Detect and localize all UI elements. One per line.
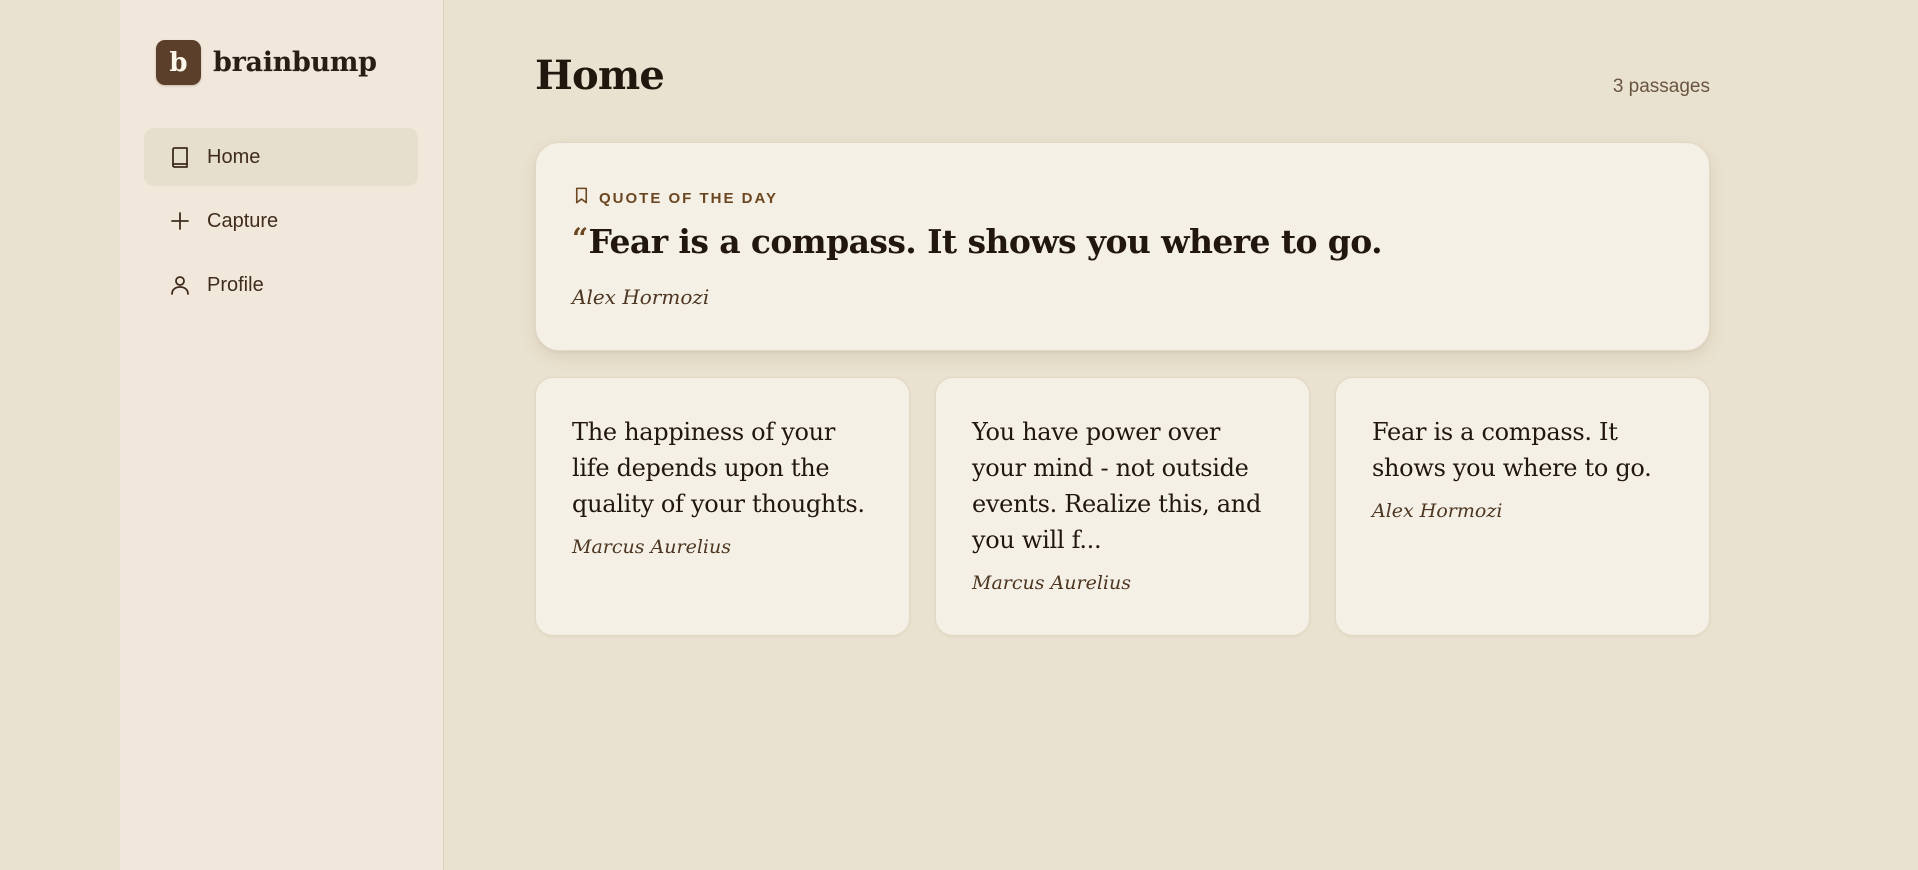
user-icon: [168, 273, 192, 297]
passage-count: 3 passages: [1612, 76, 1710, 97]
sidebar-item-label: Capture: [207, 209, 279, 232]
passage-card[interactable]: Fear is a compass. It shows you where to…: [1335, 377, 1710, 636]
page-title: Home: [535, 52, 665, 99]
sidebar-item-home[interactable]: Home: [144, 128, 418, 186]
quote-of-the-day-text: “Fear is a compass. It shows you where t…: [572, 222, 1383, 261]
open-quote-mark: “: [572, 222, 588, 255]
passage-text: The happiness of your life depends upon …: [572, 418, 865, 518]
brand-name: brainbump: [213, 47, 377, 78]
passage-text: Fear is a compass. It shows you where to…: [1372, 418, 1652, 482]
passage-author: Alex Hormozi: [1372, 500, 1503, 522]
passage-text: You have power over your mind - not outs…: [972, 418, 1262, 554]
passage-author: Marcus Aurelius: [572, 536, 731, 558]
main-content: Home 3 passages QUOTE OF THE DAY “Fear i…: [535, 0, 1710, 870]
sidebar-nav: Home Capture Profile: [144, 128, 418, 320]
sidebar-item-label: Profile: [207, 273, 264, 296]
passage-grid: The happiness of your life depends upon …: [535, 377, 1710, 636]
passage-card[interactable]: The happiness of your life depends upon …: [535, 377, 910, 636]
quote-of-the-day-author: Alex Hormozi: [572, 285, 710, 309]
brand[interactable]: b brainbump: [156, 40, 377, 85]
plus-icon: [168, 209, 192, 233]
sidebar-item-profile[interactable]: Profile: [144, 256, 418, 314]
bookmark-icon: [572, 186, 591, 210]
quote-of-the-day-label: QUOTE OF THE DAY: [599, 189, 778, 207]
sidebar: b brainbump Home Capture Profile: [120, 0, 444, 870]
book-icon: [168, 145, 192, 169]
passage-card[interactable]: You have power over your mind - not outs…: [935, 377, 1310, 636]
quote-of-the-day-header: QUOTE OF THE DAY: [572, 186, 778, 210]
passage-author: Marcus Aurelius: [972, 572, 1131, 594]
quote-text: Fear is a compass. It shows you where to…: [588, 222, 1383, 261]
quote-of-the-day-card[interactable]: QUOTE OF THE DAY “Fear is a compass. It …: [535, 142, 1710, 351]
sidebar-item-label: Home: [207, 145, 261, 168]
sidebar-item-capture[interactable]: Capture: [144, 192, 418, 250]
brand-logo: b: [156, 40, 201, 85]
app-window: b brainbump Home Capture Profile Home 3 …: [0, 0, 1918, 870]
